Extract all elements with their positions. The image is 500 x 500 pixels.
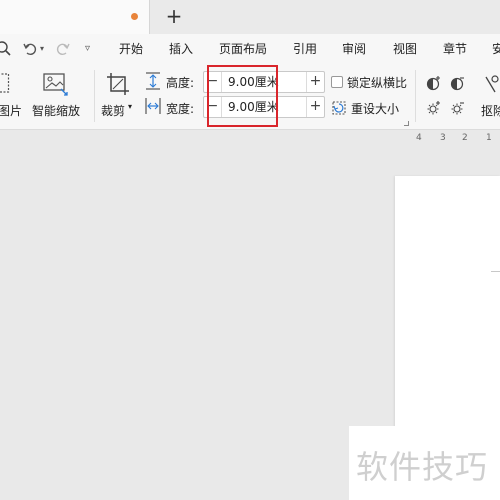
crop-icon[interactable] (106, 72, 130, 99)
reset-size-label[interactable]: 重设大小 (351, 100, 399, 117)
lock-ratio-checkbox[interactable] (331, 76, 343, 88)
ruler-number: 4 (416, 133, 422, 143)
menu-references[interactable]: 引用 (293, 34, 317, 64)
image-icon[interactable] (0, 73, 10, 98)
height-decrease-button[interactable]: − (204, 72, 222, 92)
width-input[interactable]: − 9.00厘米 + (203, 96, 325, 118)
print-preview-icon[interactable] (0, 34, 12, 64)
menu-review[interactable]: 审阅 (342, 34, 366, 64)
text-cursor-mark (491, 271, 500, 272)
undo-dropdown-icon[interactable]: ▾ (40, 34, 44, 64)
customize-toolbar-icon[interactable]: ▿ (85, 34, 90, 64)
contrast-up-icon[interactable] (426, 75, 442, 94)
height-input[interactable]: − 9.00厘米 + (203, 71, 325, 93)
smart-zoom-icon[interactable] (43, 72, 69, 99)
crop-dropdown-icon[interactable]: ▾ (128, 102, 132, 111)
brightness-down-icon[interactable] (450, 100, 466, 119)
menu-sections[interactable]: 章节 (443, 34, 467, 64)
tab-bar: + (0, 0, 500, 34)
horizontal-ruler: 4 3 2 1 (0, 131, 500, 147)
reset-size-icon[interactable] (331, 100, 347, 119)
menu-view[interactable]: 视图 (393, 34, 417, 64)
ruler-number: 1 (486, 133, 492, 143)
brightness-up-icon[interactable] (426, 100, 442, 119)
menu-home[interactable]: 开始 (119, 34, 143, 64)
height-increase-button[interactable]: + (306, 72, 324, 92)
unsaved-indicator (131, 13, 138, 20)
watermark-text: 软件技巧 (356, 448, 489, 486)
height-value[interactable]: 9.00厘米 (228, 72, 279, 92)
dialog-launcher-icon[interactable] (404, 121, 409, 126)
redo-icon[interactable] (56, 34, 70, 64)
separator (415, 70, 416, 122)
ruler-number: 2 (462, 133, 468, 143)
menu-bar: ▾ ▿ 开始 插入 页面布局 引用 审阅 视图 章节 安 (0, 34, 500, 64)
width-icon (145, 97, 161, 118)
new-tab-button[interactable]: + (162, 3, 186, 29)
width-label: 宽度: (166, 102, 195, 116)
image-button-label[interactable]: 图片 (0, 102, 22, 119)
cutout-label[interactable]: 抠除 (481, 102, 500, 119)
smart-zoom-label[interactable]: 智能缩放 (32, 102, 80, 119)
ruler-number: 3 (440, 133, 446, 143)
menu-insert[interactable]: 插入 (169, 34, 193, 64)
cutout-icon[interactable] (483, 74, 500, 97)
document-tab[interactable] (0, 0, 150, 34)
width-decrease-button[interactable]: − (204, 97, 222, 117)
watermark: 软件技巧 (349, 426, 500, 500)
picture-tools-ribbon: 图片 智能缩放 裁剪 ▾ 高度: − 9.00厘米 + 宽度: − 9.00厘米… (0, 64, 500, 130)
menu-security[interactable]: 安 (492, 34, 500, 64)
lock-ratio-label[interactable]: 锁定纵横比 (347, 74, 407, 91)
height-icon (145, 72, 161, 93)
menu-page-layout[interactable]: 页面布局 (219, 34, 267, 64)
width-increase-button[interactable]: + (306, 97, 324, 117)
crop-label[interactable]: 裁剪 (101, 102, 125, 119)
height-label: 高度: (166, 76, 195, 90)
width-value[interactable]: 9.00厘米 (228, 97, 279, 117)
separator (94, 70, 95, 122)
contrast-down-icon[interactable] (450, 75, 466, 94)
undo-icon[interactable] (23, 34, 37, 64)
